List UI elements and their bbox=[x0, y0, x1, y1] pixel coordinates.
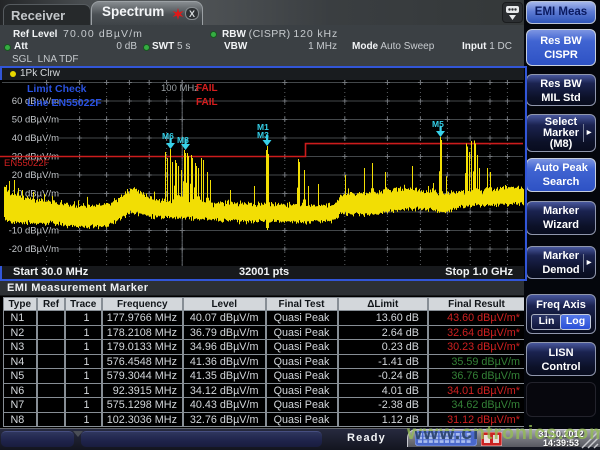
svg-text:40 dBµV/m: 40 dBµV/m bbox=[12, 133, 59, 144]
svg-text:EN55022F: EN55022F bbox=[4, 158, 50, 169]
svg-text:Line EN55022F: Line EN55022F bbox=[27, 97, 102, 109]
svg-text:100 MHz: 100 MHz bbox=[161, 83, 199, 94]
svg-text:-20 dBµV/m: -20 dBµV/m bbox=[9, 244, 59, 255]
svg-text:Limit Check: Limit Check bbox=[27, 83, 87, 95]
svg-text:M5: M5 bbox=[432, 119, 444, 129]
svg-text:M3: M3 bbox=[257, 130, 269, 140]
svg-text:20 dBµV/m: 20 dBµV/m bbox=[12, 170, 59, 181]
svg-text:M8: M8 bbox=[177, 135, 189, 145]
svg-text:FAIL: FAIL bbox=[196, 83, 218, 94]
svg-text:M6: M6 bbox=[162, 131, 174, 141]
svg-text:FAIL: FAIL bbox=[196, 97, 218, 108]
svg-text:-10 dBµV/m: -10 dBµV/m bbox=[9, 226, 59, 237]
svg-text:50 dBµV/m: 50 dBµV/m bbox=[12, 115, 59, 126]
